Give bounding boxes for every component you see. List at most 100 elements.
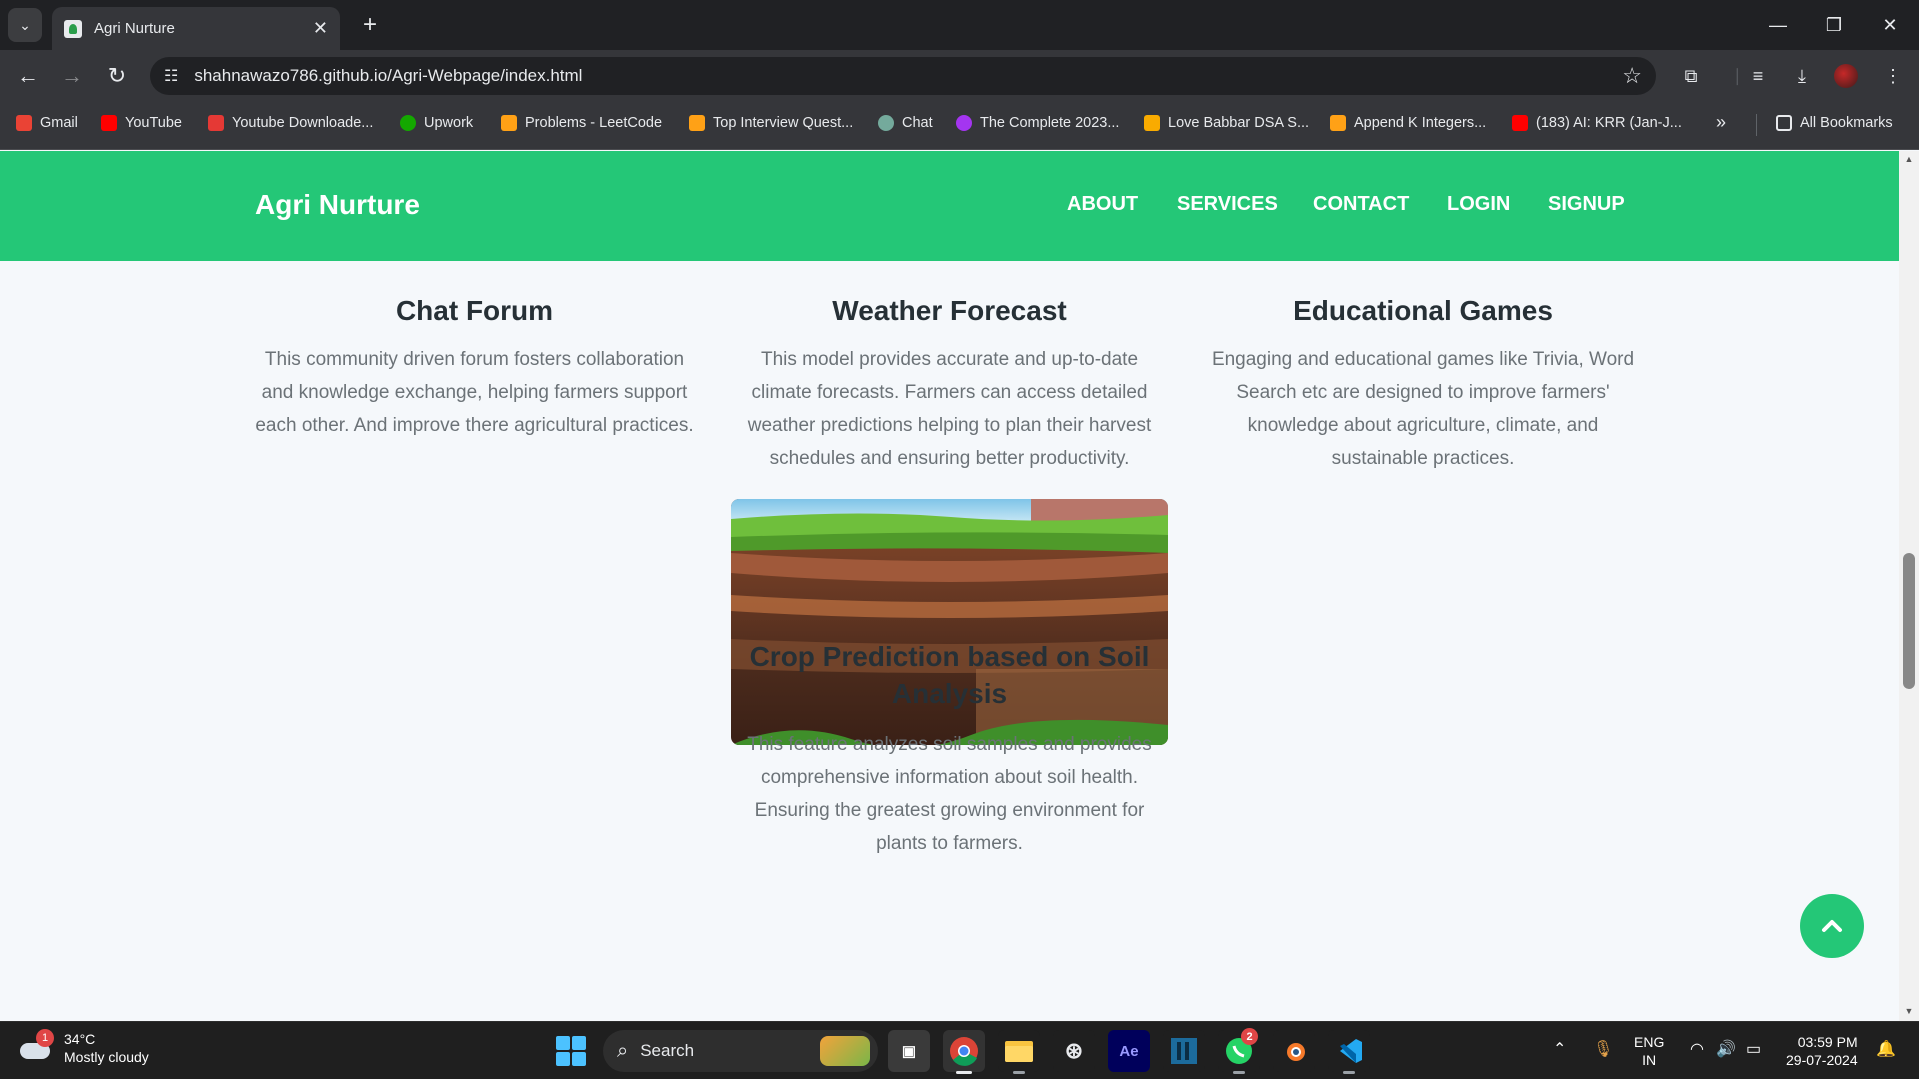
chrome-icon[interactable] [943,1030,985,1074]
feature-card-educational-games: Educational Games Engaging and education… [1203,292,1643,475]
reload-button[interactable]: ↻ [101,60,133,92]
bookmarks-divider [1756,114,1757,136]
feature-card-weather-forecast: Weather Forecast This model provides acc… [731,292,1168,475]
minimize-button[interactable]: — [1758,8,1798,42]
forward-button[interactable]: → [56,60,88,92]
folder-doc-icon [1144,115,1160,131]
chatgpt-app-icon[interactable]: ⊛ [1053,1030,1095,1072]
nav-contact-link[interactable]: CONTACT [1313,193,1409,216]
close-tab-icon[interactable]: ✕ [313,18,328,39]
notifications-bell-icon[interactable]: 🔔 [1876,1039,1896,1059]
feature-title: Chat Forum [395,295,554,326]
chevron-up-icon [1822,920,1842,932]
downloads-icon[interactable]: ⤓ [1786,60,1818,92]
weather-description: Mostly cloudy [64,1049,149,1065]
page-scrollbar[interactable]: ▲ ▼ [1899,151,1919,1021]
cloud-weather-icon: 1 [18,1029,54,1063]
bookmark-complete-2023[interactable]: The Complete 2023... [956,115,1119,131]
site-brand-logo[interactable]: Agri Nurture [255,189,420,221]
bookmark-youtube[interactable]: YouTube [101,115,182,131]
blender-icon[interactable] [1273,1030,1315,1072]
page-viewport: Agri Nurture ABOUT SERVICES CONTACT LOGI… [0,151,1899,1021]
scroll-down-arrow-icon[interactable]: ▼ [1903,1006,1915,1018]
show-hidden-icons-chevron-icon[interactable]: ⌃ [1553,1039,1566,1059]
download-app-icon [208,115,224,131]
bookmark-love-babbar[interactable]: Love Babbar DSA S... [1144,115,1309,131]
feature-title: Educational Games [1293,295,1553,326]
bookmark-chat[interactable]: Chat [878,115,933,131]
upwork-icon [400,115,416,131]
weather-temperature: 34°C [64,1031,96,1047]
url-text[interactable]: shahnawazo786.github.io/Agri-Webpage/ind… [194,66,1622,86]
weather-widget[interactable]: 1 34°C Mostly cloudy [18,1029,149,1066]
extensions-icon[interactable]: ⧉ [1675,60,1707,92]
intellij-icon[interactable] [1163,1030,1205,1072]
gmail-icon [16,115,32,131]
notification-badge: 1 [36,1029,54,1047]
search-placeholder: Search [640,1041,695,1060]
vscode-icon[interactable] [1328,1030,1370,1074]
bookmark-youtube-downloader[interactable]: Youtube Downloade... [208,115,373,131]
site-info-icon[interactable]: ☷ [164,66,178,86]
clock-date: 29-07-2024 [1786,1052,1858,1068]
scrollbar-thumb[interactable] [1903,553,1915,689]
windows-taskbar: 1 34°C Mostly cloudy ⌕ Search ▣ ⊛ Ae 2 ⌃… [0,1021,1919,1079]
feature-card-chat-forum: Chat Forum This community driven forum f… [254,292,695,442]
back-to-top-button[interactable] [1800,894,1864,958]
after-effects-icon[interactable]: Ae [1108,1030,1150,1072]
search-highlight-image [820,1036,870,1066]
taskbar-search-box[interactable]: ⌕ Search [603,1030,878,1072]
bookmark-leetcode-problems[interactable]: Problems - LeetCode [501,115,662,131]
leetcode-icon [501,115,517,131]
bookmark-upwork[interactable]: Upwork [400,115,473,131]
scroll-up-arrow-icon[interactable]: ▲ [1903,154,1915,166]
nav-about-link[interactable]: ABOUT [1067,193,1138,216]
youtube-icon [101,115,117,131]
feature-description: This feature analyzes soil samples and p… [747,734,1152,854]
whatsapp-icon[interactable]: 2 [1218,1028,1260,1074]
bookmark-star-icon[interactable]: ☆ [1622,63,1642,89]
volume-icon[interactable]: 🔊 [1716,1039,1736,1059]
youtube-icon [1512,115,1528,131]
site-header: Agri Nurture ABOUT SERVICES CONTACT LOGI… [0,151,1899,261]
windows-start-icon[interactable] [556,1036,586,1066]
udemy-icon [956,115,972,131]
nav-login-link[interactable]: LOGIN [1447,193,1510,216]
chat-icon [878,115,894,131]
bookmark-append-k[interactable]: Append K Integers... [1330,115,1486,131]
system-clock[interactable]: 03:59 PM 29-07-2024 [1786,1033,1858,1069]
media-controls-icon[interactable]: ≡ [1742,60,1774,92]
bookmarks-bar: Gmail YouTube Youtube Downloade... Upwor… [0,100,1919,150]
tab-search-button[interactable]: ⌄ [8,8,42,42]
site-favicon-icon [64,19,82,38]
address-bar[interactable]: ☷ shahnawazo786.github.io/Agri-Webpage/i… [150,57,1656,95]
bookmark-gmail[interactable]: Gmail [16,115,78,131]
browser-toolbar: ← → ↻ ☷ shahnawazo786.github.io/Agri-Web… [0,50,1919,100]
bookmark-ai-krr[interactable]: (183) AI: KRR (Jan-J... [1512,115,1682,131]
folder-icon [1776,115,1792,131]
feature-title: Weather Forecast [832,295,1067,326]
new-tab-button[interactable]: + [355,10,385,40]
restore-button[interactable]: ❐ [1814,8,1854,42]
file-explorer-icon[interactable] [998,1030,1040,1074]
tab-title: Agri Nurture [94,20,175,37]
task-view-icon[interactable]: ▣ [888,1030,930,1072]
more-bookmarks-icon[interactable]: » [1716,112,1726,133]
wifi-icon[interactable]: ◠ [1690,1039,1704,1059]
battery-icon[interactable]: ▭ [1746,1039,1761,1059]
microphone-icon[interactable]: 🎙 [1593,1039,1613,1059]
back-button[interactable]: ← [12,60,44,92]
nav-signup-link[interactable]: SIGNUP [1548,193,1625,216]
language-indicator[interactable]: ENG IN [1634,1033,1664,1069]
feature-description: This community driven forum fosters coll… [255,349,694,436]
nav-services-link[interactable]: SERVICES [1177,193,1278,216]
leetcode-icon [1330,115,1346,131]
close-window-button[interactable]: ✕ [1870,8,1910,42]
bookmark-top-interview[interactable]: Top Interview Quest... [689,115,853,131]
all-bookmarks-button[interactable]: All Bookmarks [1776,115,1893,131]
feature-title: Crop Prediction based on Soil Analysis [749,641,1150,709]
feature-description: Engaging and educational games like Triv… [1211,349,1635,469]
browser-tab-active[interactable]: Agri Nurture ✕ [52,7,340,50]
profile-avatar[interactable] [1834,64,1858,88]
menu-kebab-icon[interactable]: ⋮ [1877,60,1909,92]
